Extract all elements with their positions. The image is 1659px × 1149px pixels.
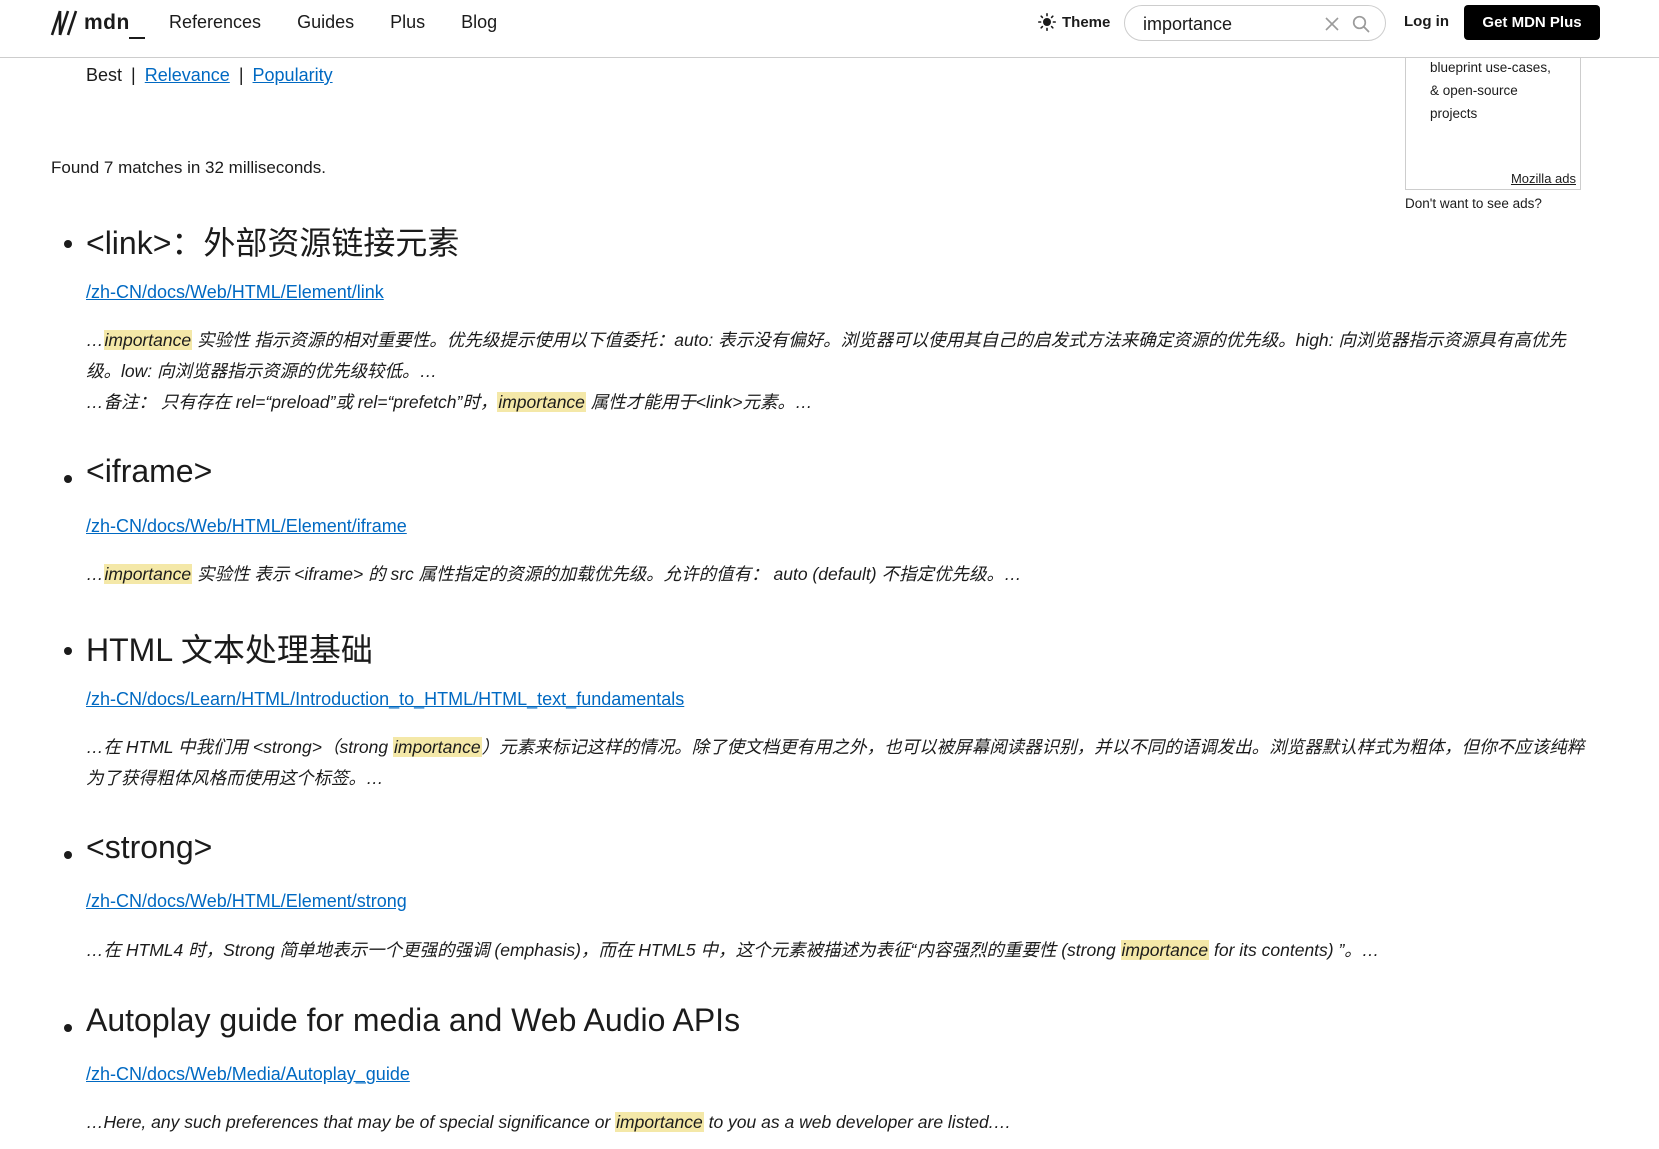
result-title[interactable]: Autoplay guide for media and Web Audio A… [86, 1002, 740, 1039]
ad-text: blueprint use-cases, & open-source proje… [1430, 56, 1575, 125]
result-title[interactable]: <iframe> [86, 453, 212, 490]
sort-separator: | [131, 65, 136, 85]
snippet-text: 实验性 表示 <iframe> 的 src 属性指定的资源的加载优先级。允许的值… [192, 564, 1022, 584]
nav-plus[interactable]: Plus [390, 12, 425, 33]
ad-line: projects [1430, 106, 1478, 121]
result-title[interactable]: <strong> [86, 829, 212, 866]
search-highlight: importance [1120, 940, 1210, 960]
search-input[interactable] [1143, 12, 1323, 36]
snippet-text: …备注： 只有存在 rel=“preload”或 rel=“prefetch”时… [86, 392, 498, 412]
search-highlight: importance [615, 1112, 704, 1132]
snippet-text: … [86, 330, 104, 350]
login-link[interactable]: Log in [1404, 13, 1449, 30]
theme-button[interactable]: Theme [1038, 13, 1110, 31]
nav-guides[interactable]: Guides [297, 12, 354, 33]
search-highlight: importance [497, 392, 586, 412]
sort-best: Best [86, 65, 123, 85]
sort-separator: | [238, 65, 244, 85]
result-snippet: …在 HTML 中我们用 <strong>（strong importance）… [86, 732, 1596, 794]
result-snippet: …备注： 只有存在 rel=“preload”或 rel=“prefetch”时… [86, 387, 1596, 418]
ad-line: & open-source [1430, 83, 1518, 98]
search-highlight: importance [393, 737, 482, 757]
nav-references[interactable]: References [169, 12, 261, 33]
no-ads-link[interactable]: Don't want to see ads? [1405, 196, 1542, 211]
list-bullet [64, 240, 72, 248]
result-snippet: …在 HTML4 时，Strong 简单地表示一个更强的强调 (emphasis… [86, 935, 1596, 966]
result-url[interactable]: /zh-CN/docs/Web/HTML/Element/iframe [86, 516, 407, 537]
main-nav: References Guides Plus Blog [169, 12, 497, 33]
list-bullet [64, 851, 72, 859]
logo-text: mdn [84, 11, 145, 39]
sort-options: Best | Relevance | Popularity [86, 65, 333, 86]
mdn-logo[interactable]: mdn [50, 10, 145, 39]
clear-search-icon[interactable] [1324, 16, 1340, 32]
result-url[interactable]: /zh-CN/docs/Web/HTML/Element/link [86, 282, 384, 303]
snippet-text: … [86, 564, 104, 584]
mdn-logo-icon [50, 10, 78, 36]
mozilla-ads-link[interactable]: Mozilla ads [1511, 171, 1576, 186]
list-bullet [64, 1024, 72, 1032]
result-snippet: …importance 实验性 指示资源的相对重要性。优先级提示使用以下值委托：… [86, 325, 1596, 387]
ad-line: blueprint use-cases, [1430, 60, 1551, 75]
result-url[interactable]: /zh-CN/docs/Web/HTML/Element/strong [86, 891, 407, 912]
snippet-text: 属性才能用于<link>元素。… [585, 392, 813, 412]
sort-relevance-link[interactable]: Relevance [145, 65, 230, 85]
snippet-text: …Here, any such preferences that may be … [86, 1112, 616, 1132]
result-title[interactable]: HTML 文本处理基础 [86, 625, 373, 671]
result-snippet: …Here, any such preferences that may be … [86, 1107, 1596, 1138]
search-highlight: importance [103, 564, 193, 584]
result-url[interactable]: /zh-CN/docs/Learn/HTML/Introduction_to_H… [86, 689, 684, 710]
sort-popularity-link[interactable]: Popularity [253, 65, 333, 85]
search-icon[interactable] [1352, 15, 1370, 33]
result-url[interactable]: /zh-CN/docs/Web/Media/Autoplay_guide [86, 1064, 410, 1085]
top-navigation: mdn References Guides Plus Blog Theme im… [0, 0, 1659, 58]
snippet-text: …在 HTML 中我们用 <strong>（strong [86, 737, 393, 757]
nav-blog[interactable]: Blog [461, 12, 497, 33]
results-count: Found 7 matches in 32 milliseconds. [51, 158, 326, 177]
sun-icon [1038, 13, 1056, 31]
snippet-text: …在 HTML4 时，Strong 简单地表示一个更强的强调 (emphasis… [86, 940, 1121, 960]
result-title[interactable]: <link>：外部资源链接元素 [86, 218, 459, 264]
theme-label: Theme [1062, 13, 1111, 31]
get-mdn-plus-button[interactable]: Get MDN Plus [1464, 5, 1600, 40]
list-bullet [64, 475, 72, 483]
snippet-text: 实验性 指示资源的相对重要性。优先级提示使用以下值委托：auto: 表示没有偏好… [86, 330, 1566, 381]
search-box [1124, 5, 1386, 41]
result-snippet: …importance 实验性 表示 <iframe> 的 src 属性指定的资… [86, 559, 1596, 590]
snippet-text: for its contents) ”。… [1209, 940, 1380, 960]
search-highlight: importance [103, 330, 193, 350]
list-bullet [64, 647, 72, 655]
snippet-text: to you as a web developer are listed.… [703, 1112, 1012, 1132]
